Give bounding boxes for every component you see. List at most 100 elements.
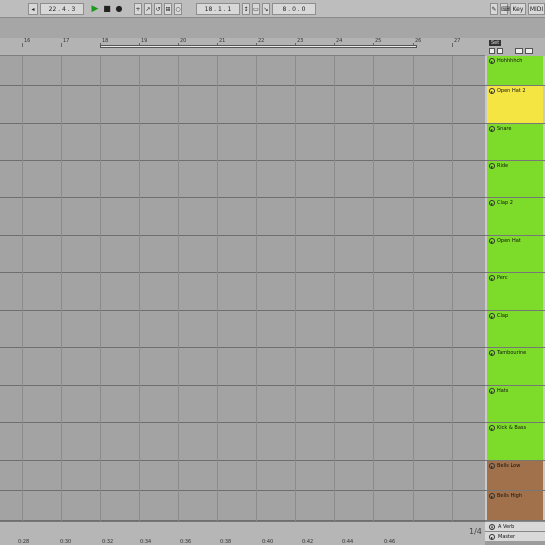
keyboard-icon[interactable]: ⌨ <box>500 3 510 15</box>
time-label: 0:38 <box>220 539 232 545</box>
track-name: Bells Low <box>497 463 521 469</box>
check-icon[interactable] <box>515 48 523 54</box>
transport-bar: ◂ 22 . 4 . 3 ▶ ■ ● + ↗ ↺ ⊞ ○ 18 . 1 . 1 … <box>0 0 545 18</box>
track-color <box>487 311 543 347</box>
track-fold-icon[interactable]: ▸ <box>489 425 495 431</box>
track-header[interactable]: ▸ Bells Low <box>485 461 545 491</box>
bar-gridline <box>256 56 257 521</box>
track-fold-icon[interactable]: ▸ <box>489 58 495 64</box>
ruler-bar-number: 26 <box>415 38 422 44</box>
time-label: 0:34 <box>140 539 152 545</box>
return-track-a-verb[interactable]: A A Verb <box>485 521 545 531</box>
ruler-bar-number: 18 <box>102 38 109 44</box>
ruler-tick <box>22 43 23 47</box>
page-indicator: 1/4 <box>469 527 482 536</box>
ruler-bar-number: 22 <box>258 38 265 44</box>
bar-gridline <box>373 56 374 521</box>
ruler-bar-number: 21 <box>219 38 226 44</box>
set-control-icon[interactable] <box>489 48 495 54</box>
track-fold-icon[interactable]: ▸ <box>489 275 495 281</box>
track-color <box>487 198 543 235</box>
track-header[interactable]: ▸ Tambourine <box>485 348 545 386</box>
key-map-button[interactable]: Key <box>510 3 526 15</box>
set-control-icon[interactable] <box>497 48 503 54</box>
track-header[interactable]: ▸ Hats <box>485 386 545 423</box>
capture-icon[interactable]: ⊞ <box>164 3 172 15</box>
punch-in-icon[interactable]: ↕ <box>242 3 250 15</box>
draw-mode-icon[interactable]: ✎ <box>490 3 498 15</box>
set-button[interactable]: Set <box>489 40 502 46</box>
master-track[interactable]: ▸ Master <box>485 531 545 541</box>
track-name: Clap <box>497 313 509 319</box>
track-name: Open Hat <box>497 238 521 244</box>
bar-gridline <box>217 56 218 521</box>
bar-gridline <box>413 56 414 521</box>
midi-map-button[interactable]: MIDI <box>528 3 545 15</box>
track-fold-icon[interactable]: ▸ <box>489 463 495 469</box>
track-fold-icon[interactable]: ▸ <box>489 88 495 94</box>
set-panel: Set <box>485 38 545 56</box>
track-fold-icon[interactable]: ▸ <box>489 200 495 206</box>
time-label: 0:46 <box>384 539 396 545</box>
time-label: 0:28 <box>18 539 30 545</box>
track-header[interactable]: ▸ Perc <box>485 273 545 311</box>
nudge-button[interactable]: ◂ <box>28 3 38 15</box>
ruler-bar-number: 16 <box>24 38 31 44</box>
track-header[interactable]: ▸ Open Hat 2 <box>485 86 545 124</box>
track-fold-icon[interactable]: ▸ <box>489 493 495 499</box>
loop-start-field[interactable]: 18 . 1 . 1 <box>196 3 240 15</box>
bar-gridline <box>139 56 140 521</box>
record-button[interactable]: ● <box>114 3 124 15</box>
punch-icon[interactable]: ↺ <box>154 3 162 15</box>
track-name: Clap 2 <box>497 200 513 206</box>
track-name: Ride <box>497 163 509 169</box>
loop-length-field[interactable]: 8 . 0 . 0 <box>272 3 316 15</box>
time-ruler[interactable]: 0:28 0:30 0:32 0:34 0:36 0:38 0:40 0:42 0:44 0:46 <box>0 521 485 545</box>
track-color <box>487 273 543 310</box>
ruler-bar-number: 24 <box>336 38 343 44</box>
ruler-bar-number: 27 <box>454 38 461 44</box>
bar-gridline <box>334 56 335 521</box>
arrangement-position[interactable]: 22 . 4 . 3 <box>40 3 84 15</box>
ruler-bar-number: 23 <box>297 38 304 44</box>
track-fold-icon[interactable]: ▸ <box>489 388 495 394</box>
bar-gridline <box>295 56 296 521</box>
track-color <box>487 161 543 197</box>
track-fold-icon[interactable]: ▸ <box>489 313 495 319</box>
bar-gridline <box>178 56 179 521</box>
loop-icon[interactable]: ○ <box>174 3 182 15</box>
track-fold-icon[interactable]: ▸ <box>489 238 495 244</box>
stop-button[interactable]: ■ <box>102 3 112 15</box>
ruler-bar-number: 25 <box>375 38 382 44</box>
check-icon[interactable] <box>525 48 533 54</box>
track-header[interactable]: ▸ Clap 2 <box>485 198 545 236</box>
track-fold-icon[interactable]: ▸ <box>489 350 495 356</box>
loop-brace[interactable] <box>100 45 417 48</box>
track-fold-icon[interactable]: ▸ <box>489 126 495 132</box>
track-header[interactable]: ▸ Kick & Bass <box>485 423 545 461</box>
automation-icon[interactable]: ↗ <box>144 3 152 15</box>
track-header[interactable]: ▸ Ride <box>485 161 545 198</box>
track-fold-icon[interactable]: A <box>489 524 495 530</box>
track-header[interactable]: ▸ Clap <box>485 311 545 348</box>
time-label: 0:36 <box>180 539 192 545</box>
track-name: Perc <box>497 275 508 281</box>
time-label: 0:40 <box>262 539 274 545</box>
track-name: Snare <box>497 126 512 132</box>
track-name: Hats <box>497 388 509 394</box>
track-name: Hohhhhch <box>497 58 523 64</box>
track-fold-icon[interactable]: ▸ <box>489 163 495 169</box>
track-header[interactable]: ▸ Open Hat <box>485 236 545 273</box>
ruler-bar-number: 17 <box>63 38 70 44</box>
track-header[interactable]: ▸ Hohhhhch <box>485 56 545 86</box>
ruler-bar-number: 19 <box>141 38 148 44</box>
loop-switch-icon[interactable]: ▭ <box>252 3 260 15</box>
punch-out-icon[interactable]: ↘ <box>262 3 270 15</box>
bar-gridline <box>100 56 101 521</box>
toolbar-gap <box>0 18 545 38</box>
track-header[interactable]: ▸ Bells High <box>485 491 545 521</box>
track-fold-icon[interactable]: ▸ <box>489 534 495 540</box>
overdub-icon[interactable]: + <box>134 3 142 15</box>
track-header[interactable]: ▸ Snare <box>485 124 545 161</box>
play-button[interactable]: ▶ <box>90 3 100 15</box>
